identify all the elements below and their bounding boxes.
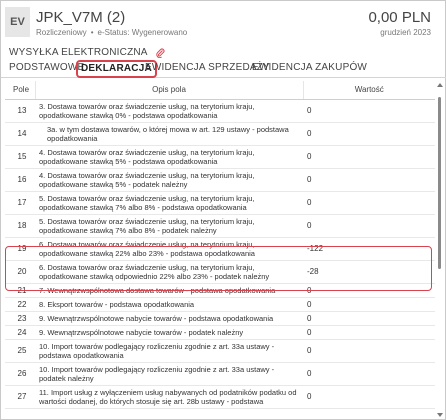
table-row[interactable]: 25 10. Import towarów podlegający rozlicz… bbox=[5, 339, 435, 363]
tab-ewidencja-zakupow[interactable]: EWIDENCJA ZAKUPÓW bbox=[252, 62, 367, 73]
table-row[interactable]: 20 6. Dostawa towarów oraz świadczenie us… bbox=[5, 260, 435, 284]
table-row[interactable]: 26 10. Import towarów podlegający rozlicz… bbox=[5, 362, 435, 386]
cell-wartosc[interactable]: 0 bbox=[303, 362, 435, 386]
table-row[interactable]: 13 3. Dostawa towarów oraz świadczenie us… bbox=[5, 99, 435, 123]
table-row[interactable]: 14 3a. w tym dostawa towarów, o której mo… bbox=[5, 122, 435, 146]
column-header-opis[interactable]: Opis pola bbox=[34, 81, 303, 100]
section-header: WYSYŁKA ELEKTRONICZNA bbox=[9, 47, 165, 58]
cell-opis: 4. Dostawa towarów oraz świadczenie usłu… bbox=[35, 168, 303, 192]
cell-opis: 4. Dostawa towarów oraz świadczenie usłu… bbox=[35, 145, 303, 169]
cell-pole: 25 bbox=[5, 339, 35, 363]
cell-opis: 6. Dostawa towarów oraz świadczenie usłu… bbox=[35, 260, 303, 284]
declaration-table: Pole Opis pola Wartość 13 3. Dostawa towa… bbox=[5, 81, 435, 409]
paperclip-icon[interactable] bbox=[156, 48, 165, 58]
app-window: EV JPK_V7M (2) Rozliczeniowy • e-Status: W… bbox=[0, 0, 446, 420]
section-label: WYSYŁKA ELEKTRONICZNA bbox=[9, 47, 148, 58]
cell-wartosc[interactable]: 0 bbox=[303, 191, 435, 215]
cell-pole: 22 bbox=[5, 297, 35, 312]
cell-opis: 6. Dostawa towarów oraz świadczenie usłu… bbox=[35, 237, 303, 261]
cell-opis: 3a. w tym dostawa towarów, o której mowa… bbox=[35, 122, 303, 146]
cell-opis: 11. Import usług z wyłączeniem usług nab… bbox=[35, 385, 303, 409]
cell-opis: 7. Wewnątrzwspólnotowa dostawa towarów -… bbox=[35, 283, 303, 298]
document-status: Rozliczeniowy bbox=[36, 28, 87, 37]
cell-wartosc[interactable]: 0 bbox=[303, 339, 435, 363]
table-row[interactable]: 24 9. Wewnątrzwspólnotowe nabycie towarów… bbox=[5, 325, 435, 340]
declaration-table-container: Pole Opis pola Wartość 13 3. Dostawa towa… bbox=[5, 81, 435, 419]
document-title: JPK_V7M (2) bbox=[36, 9, 126, 26]
cell-wartosc[interactable]: 0 bbox=[303, 122, 435, 146]
table-row[interactable]: 27 11. Import usług z wyłączeniem usług n… bbox=[5, 385, 435, 409]
cell-wartosc[interactable]: -28 bbox=[303, 260, 435, 284]
cell-wartosc[interactable]: 0 bbox=[303, 385, 435, 409]
cell-pole: 20 bbox=[5, 260, 35, 284]
cell-wartosc[interactable]: -122 bbox=[303, 237, 435, 261]
cell-pole: 16 bbox=[5, 168, 35, 192]
document-amount: 0,00 PLN bbox=[368, 9, 431, 26]
document-period: grudzień 2023 bbox=[380, 28, 431, 37]
cell-wartosc[interactable]: 0 bbox=[303, 311, 435, 326]
table-row[interactable]: 22 8. Eksport towarów - podstawa opodatko… bbox=[5, 297, 435, 312]
cell-pole: 23 bbox=[5, 311, 35, 326]
subtitle-separator: • bbox=[90, 28, 94, 37]
cell-opis: 5. Dostawa towarów oraz świadczenie usłu… bbox=[35, 214, 303, 238]
column-header-pole[interactable]: Pole bbox=[5, 81, 35, 100]
cell-pole: 19 bbox=[5, 237, 35, 261]
table-row[interactable]: 17 5. Dostawa towarów oraz świadczenie us… bbox=[5, 191, 435, 215]
cell-pole: 13 bbox=[5, 99, 35, 123]
cell-opis: 10. Import towarów podlegający rozliczen… bbox=[35, 339, 303, 363]
cell-pole: 24 bbox=[5, 325, 35, 340]
scroll-down-arrow-icon[interactable] bbox=[437, 413, 443, 417]
cell-pole: 14 bbox=[5, 122, 35, 146]
table-row[interactable]: 16 4. Dostawa towarów oraz świadczenie us… bbox=[5, 168, 435, 192]
document-subtitle: Rozliczeniowy • e-Status: Wygenerowano bbox=[36, 28, 187, 37]
document-estatus: e-Status: Wygenerowano bbox=[97, 28, 188, 37]
cell-wartosc[interactable]: 0 bbox=[303, 283, 435, 298]
column-header-wartosc[interactable]: Wartość bbox=[302, 81, 435, 100]
table-row[interactable]: 19 6. Dostawa towarów oraz świadczenie us… bbox=[5, 237, 435, 261]
cell-wartosc[interactable]: 0 bbox=[303, 99, 435, 123]
tab-podstawowe[interactable]: PODSTAWOWE bbox=[9, 62, 84, 73]
table-header-row: Pole Opis pola Wartość bbox=[5, 81, 435, 100]
cell-wartosc[interactable]: 0 bbox=[303, 145, 435, 169]
tab-bar: PODSTAWOWE DEKLARACJA EWIDENCJA SPRZEDAŻ… bbox=[1, 59, 446, 78]
cell-pole: 21 bbox=[5, 283, 35, 298]
table-row[interactable]: 23 9. Wewnątrzwspólnotowe nabycie towarów… bbox=[5, 311, 435, 326]
cell-opis: 10. Import towarów podlegający rozliczen… bbox=[35, 362, 303, 386]
cell-opis: 9. Wewnątrzwspólnotowe nabycie towarów -… bbox=[35, 311, 303, 326]
cell-pole: 27 bbox=[5, 385, 35, 409]
cell-opis: 9. Wewnątrzwspólnotowe nabycie towarów -… bbox=[35, 325, 303, 340]
cell-wartosc[interactable]: 0 bbox=[303, 168, 435, 192]
table-row[interactable]: 18 5. Dostawa towarów oraz świadczenie us… bbox=[5, 214, 435, 238]
cell-pole: 17 bbox=[5, 191, 35, 215]
cell-pole: 18 bbox=[5, 214, 35, 238]
vertical-scrollbar[interactable] bbox=[435, 81, 444, 419]
cell-opis: 5. Dostawa towarów oraz świadczenie usłu… bbox=[35, 191, 303, 215]
document-type-badge: EV bbox=[5, 7, 30, 37]
scrollbar-thumb[interactable] bbox=[438, 97, 441, 269]
cell-opis: 8. Eksport towarów - podstawa opodatkowa… bbox=[35, 297, 303, 312]
cell-pole: 15 bbox=[5, 145, 35, 169]
scroll-up-arrow-icon[interactable] bbox=[437, 83, 443, 87]
table-row[interactable]: 21 7. Wewnątrzwspólnotowa dostawa towarów… bbox=[5, 283, 435, 298]
cell-wartosc[interactable]: 0 bbox=[303, 325, 435, 340]
cell-opis: 3. Dostawa towarów oraz świadczenie usłu… bbox=[35, 99, 303, 123]
cell-pole: 26 bbox=[5, 362, 35, 386]
table-row[interactable]: 15 4. Dostawa towarów oraz świadczenie us… bbox=[5, 145, 435, 169]
cell-wartosc[interactable]: 0 bbox=[303, 214, 435, 238]
cell-wartosc[interactable]: 0 bbox=[303, 297, 435, 312]
